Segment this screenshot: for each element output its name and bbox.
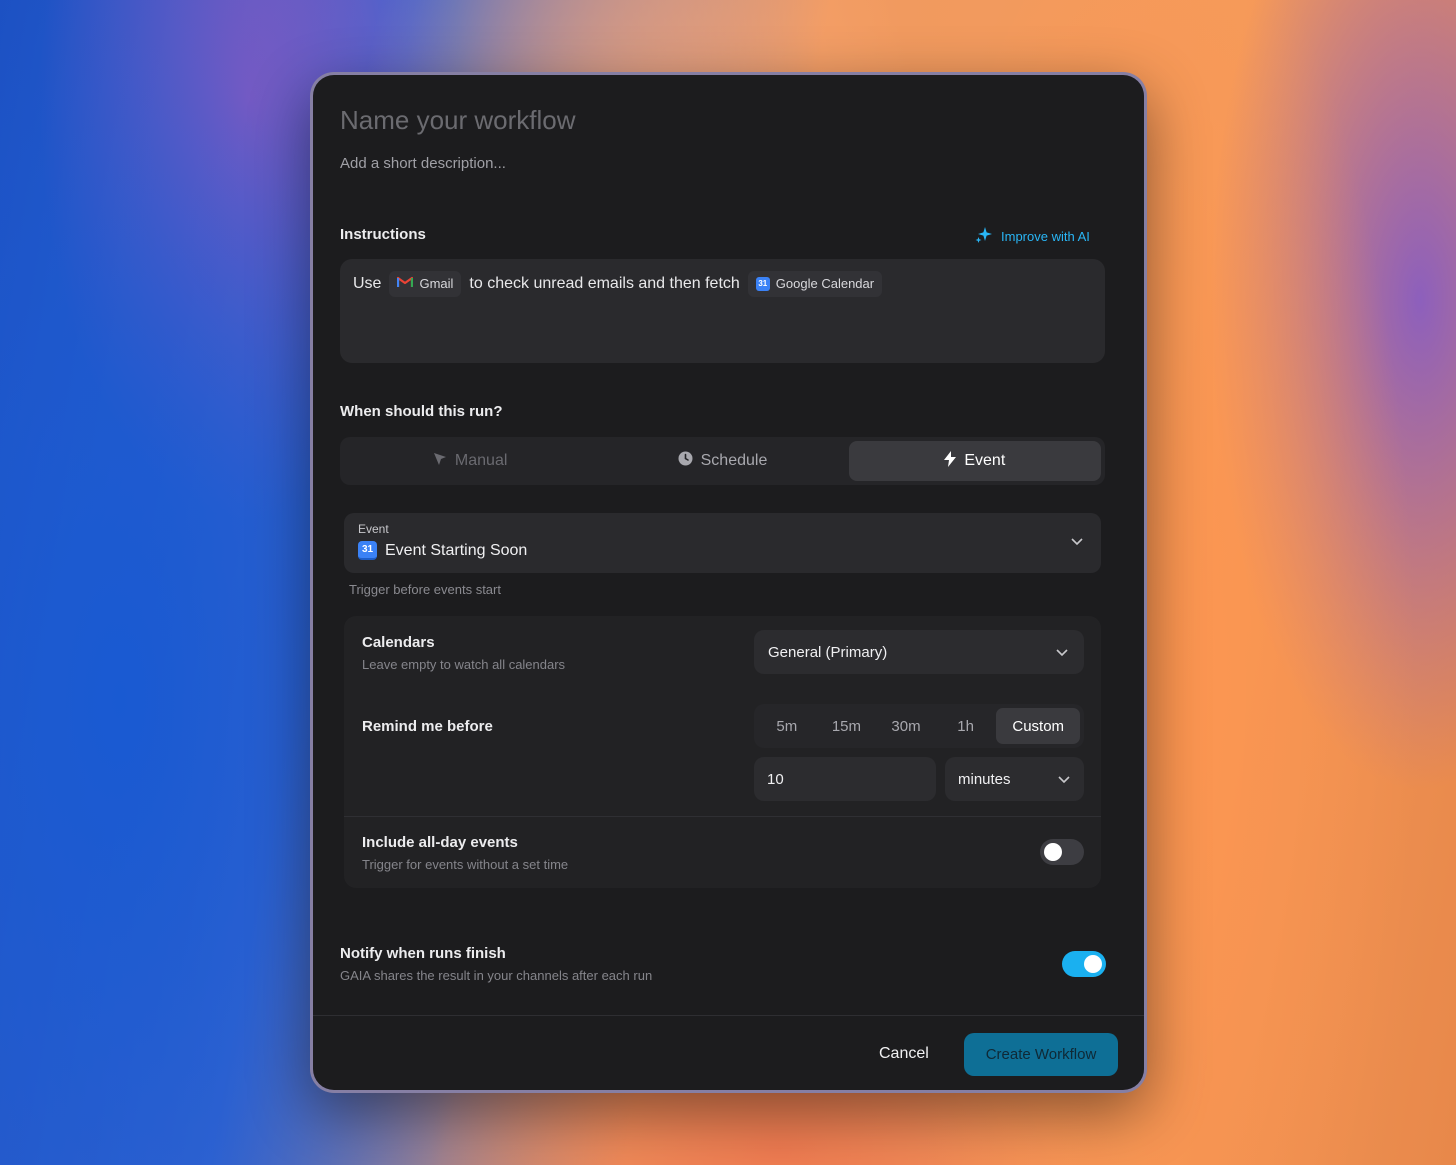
workflow-description-input[interactable]: Add a short description... [340,155,506,172]
remind-option-custom[interactable]: Custom [996,708,1080,744]
remind-option-1h[interactable]: 1h [937,708,995,744]
gmail-icon [397,273,414,295]
event-select-label: Event [358,522,389,536]
remind-option-30m[interactable]: 30m [877,708,935,744]
chevron-down-icon [1058,771,1070,788]
remind-unit-value: minutes [958,770,1011,788]
cursor-icon [433,452,447,471]
instructions-editor[interactable]: Use Gmail to check unread emails and the… [340,259,1105,363]
event-hint: Trigger before events start [349,582,501,597]
chevron-down-icon [1071,533,1083,549]
tab-event-label: Event [964,452,1006,469]
when-should-run-label: When should this run? [340,403,503,420]
all-day-row: Include all-day events Trigger for event… [362,834,568,872]
sparkle-icon [975,226,993,247]
divider [344,816,1101,817]
tab-event[interactable]: Event [848,441,1101,481]
event-select-value: Event Starting Soon [385,541,528,559]
tab-schedule[interactable]: Schedule [596,441,848,481]
instructions-label: Instructions [340,226,426,243]
create-workflow-dialog: Name your workflow Add a short descripti… [310,72,1147,1093]
instruction-text-use: Use [353,275,382,292]
calendars-select[interactable]: General (Primary) [754,630,1084,674]
event-config-card: Calendars Leave empty to watch all calen… [344,616,1101,888]
create-workflow-button[interactable]: Create Workflow [964,1033,1118,1076]
remind-unit-select[interactable]: minutes [945,757,1084,801]
google-calendar-icon: 31 [755,277,770,291]
gmail-chip[interactable]: Gmail [389,271,462,297]
all-day-subtitle: Trigger for events without a set time [362,857,569,872]
workflow-name-input[interactable]: Name your workflow [340,105,576,136]
instruction-text-middle: to check unread emails and then fetch [469,275,740,292]
calendars-row: Calendars Leave empty to watch all calen… [362,634,565,672]
footer-divider [313,1015,1144,1016]
notify-toggle[interactable] [1062,951,1106,977]
calendars-subtitle: Leave empty to watch all calendars [362,657,566,672]
tab-schedule-label: Schedule [700,452,768,469]
notify-row: Notify when runs finish GAIA shares the … [340,945,652,983]
all-day-toggle[interactable] [1040,839,1084,865]
google-calendar-icon: 31 [358,541,377,560]
google-calendar-chip[interactable]: 31 Google Calendar [747,271,883,297]
clock-icon [678,451,693,471]
remind-option-5m[interactable]: 5m [758,708,816,744]
remind-option-15m[interactable]: 15m [818,708,876,744]
tab-manual-label: Manual [454,452,508,469]
improve-label: Improve with AI [1001,229,1090,244]
event-type-select[interactable]: Event 31 Event Starting Soon [344,513,1101,573]
lightning-icon [944,450,957,472]
gmail-chip-label: Gmail [419,276,454,291]
notify-subtitle: GAIA shares the result in your channels … [340,968,653,983]
google-calendar-chip-label: Google Calendar [775,276,875,291]
all-day-title: Include all-day events [362,834,518,851]
tab-manual[interactable]: Manual [344,441,596,481]
trigger-type-tabs: Manual Schedule Event [340,437,1105,485]
toggle-knob [1084,955,1102,973]
improve-with-ai-button[interactable]: Improve with AI [975,226,1090,247]
calendars-title: Calendars [362,634,435,651]
toggle-knob [1044,843,1062,861]
remind-options: 5m 15m 30m 1h Custom [754,704,1084,748]
remind-amount-input[interactable]: 10 [754,757,936,801]
cancel-button[interactable]: Cancel [879,1045,929,1063]
chevron-down-icon [1056,644,1068,661]
notify-title: Notify when runs finish [340,945,506,962]
remind-me-before-label: Remind me before [362,718,493,735]
calendars-select-value: General (Primary) [768,643,888,661]
